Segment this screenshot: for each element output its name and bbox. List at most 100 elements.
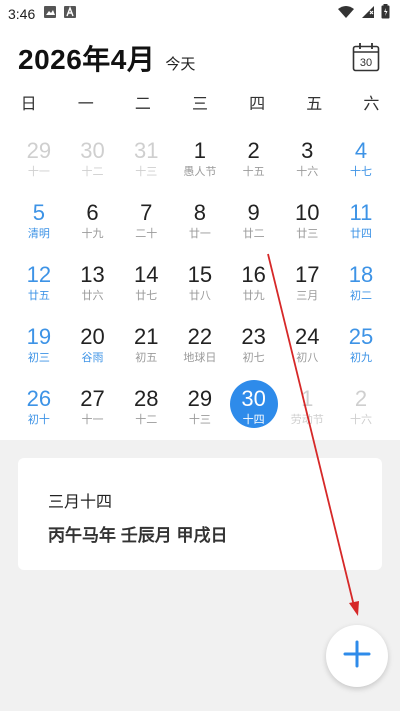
day-number: 25 [348,324,374,349]
day-cell[interactable]: 27 十一 [66,376,120,438]
day-cell[interactable]: 6 十九 [66,190,120,252]
day-cell[interactable]: 11 廿四 [334,190,388,252]
day-cell[interactable]: 1 劳动节 [280,376,334,438]
day-lunar-label: 初九 [349,352,372,364]
day-cell[interactable]: 14 廿七 [119,252,173,314]
day-number: 8 [193,200,207,225]
day-lunar-label: 地球日 [183,352,217,364]
day-lunar-label: 十六 [296,166,319,178]
weekday-sun: 日 [20,96,37,113]
day-cell[interactable]: 25 初九 [334,314,388,376]
calendar-icon[interactable]: 30 [352,42,380,72]
day-lunar-label: 廿二 [242,228,265,240]
week-row: 12 廿五 13 廿六 14 廿七 15 廿八 16 廿九 17 三月 18 初二 [12,252,388,314]
day-number: 22 [187,324,213,349]
day-cell[interactable]: 21 初五 [119,314,173,376]
day-lunar-label: 十七 [349,166,372,178]
day-lunar-label: 十二 [81,166,104,178]
month-title: 2026年4月 [18,44,156,75]
day-cell[interactable]: 7 二十 [119,190,173,252]
day-number: 27 [80,386,105,411]
day-cell[interactable]: 5 清明 [12,190,66,252]
day-cell[interactable]: 12 廿五 [12,252,66,314]
day-cell[interactable]: 2 十五 [227,128,281,190]
day-lunar-label: 十三 [135,166,158,178]
day-cell[interactable]: 22 地球日 [173,314,227,376]
week-row: 5 清明 6 十九 7 二十 8 廿一 9 廿二 10 廿三 11 廿四 [12,190,388,252]
day-number: 5 [32,200,45,225]
day-number: 19 [26,324,52,349]
day-lunar-label: 廿三 [296,228,319,240]
day-cell[interactable]: 3 十六 [280,128,334,190]
calendar-header: 2026年4月 今天 [18,38,195,78]
day-number: 13 [80,262,105,287]
day-cell[interactable]: 30 十二 [66,128,120,190]
month-grid: 29 十一 30 十二 31 十三 1 愚人节 2 十五 3 十六 4 十七 5 清明 6 十九 7 二十 8 廿一 9 廿二… [12,128,388,438]
lunar-date: 三月十四 [48,494,113,511]
day-lunar-label: 初八 [296,352,319,364]
day-number: 31 [133,138,159,163]
day-number: 26 [26,386,52,411]
day-cell[interactable]: 26 初十 [12,376,66,438]
day-number: 23 [241,324,266,349]
day-number: 16 [241,262,266,287]
day-cell[interactable]: 9 廿二 [227,190,281,252]
weekday-wed: 三 [191,96,208,113]
today-button[interactable]: 今天 [165,53,195,74]
week-row: 29 十一 30 十二 31 十三 1 愚人节 2 十五 3 十六 4 十七 [12,128,388,190]
day-number: 20 [80,324,105,349]
wifi-icon [337,5,355,24]
day-cell[interactable]: 28 十二 [119,376,173,438]
day-number: 2 [354,386,368,411]
day-number: 29 [26,138,52,163]
calendar-icon-number: 30 [360,57,372,69]
day-cell[interactable]: 10 廿三 [280,190,334,252]
day-cell[interactable]: 20 谷雨 [66,314,120,376]
day-lunar-label: 十六 [349,414,372,426]
day-cell[interactable]: 15 廿八 [173,252,227,314]
calendar-panel: 2026年4月 今天 30 日 一 二 三 四 五 六 29 十一 30 十二 31 十三… [0,28,400,440]
day-cell[interactable]: 4 十七 [334,128,388,190]
day-lunar-label: 初三 [27,352,50,364]
day-cell[interactable]: 19 初三 [12,314,66,376]
day-cell[interactable]: 24 初八 [280,314,334,376]
day-cell[interactable]: 31 十三 [119,128,173,190]
day-lunar-label: 劳动节 [290,414,324,426]
day-number: 1 [193,138,207,163]
day-number: 17 [295,262,320,287]
day-cell[interactable]: 18 初二 [334,252,388,314]
day-number: 12 [26,262,52,287]
day-lunar-label: 十一 [81,414,104,426]
day-lunar-label: 廿九 [242,290,265,302]
weekday-sat: 六 [363,96,380,113]
day-number: 11 [349,200,373,225]
day-number: 2 [247,138,260,163]
weekday-header: 日 一 二 三 四 五 六 [0,90,400,120]
day-lunar-label: 初二 [349,290,372,302]
day-lunar-label: 谷雨 [81,352,104,364]
day-number: 21 [133,324,159,349]
day-number: 9 [247,200,260,225]
day-cell-selected[interactable]: 30 十四 [227,376,281,438]
weekday-mon: 一 [77,96,94,113]
day-cell[interactable]: 16 廿九 [227,252,281,314]
day-cell[interactable]: 2 十六 [334,376,388,438]
day-number: 14 [133,262,159,287]
day-cell[interactable]: 29 十三 [173,376,227,438]
add-event-button[interactable] [326,625,388,687]
day-cell[interactable]: 13 廿六 [66,252,120,314]
day-cell[interactable]: 17 三月 [280,252,334,314]
day-cell[interactable]: 29 十一 [12,128,66,190]
day-cell[interactable]: 8 廿一 [173,190,227,252]
day-cell[interactable]: 1 愚人节 [173,128,227,190]
day-number: 24 [295,324,320,349]
status-bar: 3:46 [0,0,400,28]
day-lunar-label: 廿四 [349,228,372,240]
status-time: 3:46 [8,6,36,22]
day-lunar-label: 廿八 [188,290,211,302]
day-cell[interactable]: 23 初七 [227,314,281,376]
day-number: 28 [133,386,159,411]
day-lunar-label: 初七 [242,352,265,364]
date-info-card: 三月十四 丙午马年 壬辰月 甲戌日 [18,458,382,570]
day-lunar-label: 初五 [135,352,158,364]
